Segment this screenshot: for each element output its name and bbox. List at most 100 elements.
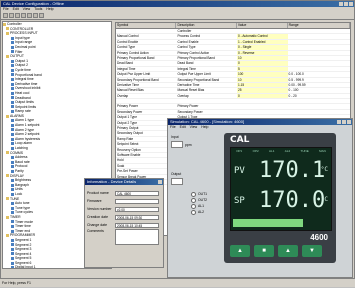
cell-description: Control Enable — [177, 39, 199, 44]
menu-file[interactable]: File — [3, 7, 9, 12]
upload-icon[interactable] — [27, 13, 32, 18]
cell-value[interactable]: 0 — [236, 61, 288, 66]
cell-range — [288, 67, 350, 71]
dialog-label: Change date — [87, 223, 108, 227]
cell-value[interactable]: 10 — [236, 77, 288, 82]
cell-value[interactable]: 0 - Automatic Control — [236, 34, 288, 39]
product-name-field[interactable]: CAL 4600 — [115, 190, 159, 196]
dialog-row: Creation date 2008-06-15 09:30 — [85, 213, 163, 221]
cell-value[interactable]: 0 — [236, 93, 288, 99]
output-bargraph — [233, 219, 303, 227]
parameter-icon — [11, 165, 14, 169]
version-field[interactable]: v2.00 — [115, 206, 159, 212]
toolbar — [1, 12, 354, 20]
radio-out1[interactable] — [191, 191, 196, 197]
cell-value[interactable]: 0 - Reverse — [236, 50, 288, 55]
sp-row: SP 170.0 °C — [231, 188, 331, 222]
new-icon[interactable] — [3, 13, 8, 18]
help-icon[interactable] — [39, 13, 44, 18]
output-slider[interactable] — [171, 178, 183, 185]
cell-description: Secondary Power — [177, 109, 203, 114]
sim-menu-file[interactable]: File — [170, 125, 176, 130]
firmware-field[interactable] — [115, 198, 159, 204]
menu-tools[interactable]: Tools — [34, 7, 42, 12]
sim-maximize-button[interactable] — [342, 120, 346, 124]
download-icon[interactable] — [33, 13, 38, 18]
close-button[interactable] — [349, 2, 353, 6]
parameter-icon — [11, 247, 14, 251]
parameter-icon — [11, 220, 14, 224]
sim-close-button[interactable] — [347, 120, 351, 124]
scroll-button[interactable]: ▲ — [230, 245, 250, 257]
parameter-icon — [11, 192, 14, 196]
cell-value[interactable]: 25 — [236, 88, 288, 93]
creation-date-field[interactable]: 2008-06-15 09:30 — [115, 214, 159, 220]
dialog-title-bar: Information - Device Details — [85, 179, 163, 185]
cell-description: Primary Proportional Band — [177, 55, 215, 60]
cell-value[interactable]: 1.15 — [236, 82, 288, 88]
sim-menu-edit[interactable]: Edit — [180, 125, 186, 130]
cell-symbol: Control Type — [117, 45, 136, 50]
cell-range: 0.0 - 100.0 — [288, 72, 304, 77]
cell-value[interactable] — [237, 110, 288, 114]
cell-description: Primary Power — [177, 104, 199, 109]
open-icon[interactable] — [9, 13, 14, 18]
controller-faceplate: CAL OP1 OP2 AL1 AL2 TUNE MAN PV 170.1 °C… — [224, 133, 336, 263]
change-date-field[interactable]: 2008-06-15 10:45 — [115, 222, 159, 228]
indicator-op2: OP2 — [252, 149, 259, 153]
cell-value[interactable] — [237, 99, 288, 103]
grid-header-value[interactable]: Value — [237, 23, 288, 28]
parameter-icon — [11, 238, 14, 242]
dialog-row: Product name CAL 4600 — [85, 189, 163, 197]
grid-header-range[interactable]: Range — [288, 23, 350, 28]
cell-description: Control Type — [177, 45, 196, 50]
parameter-icon — [11, 206, 14, 210]
parameter-icon — [11, 133, 14, 137]
comments-field[interactable] — [115, 229, 159, 245]
cell-value[interactable]: 1 - Control Enabled — [236, 39, 288, 45]
cell-value[interactable]: 100 — [236, 72, 288, 77]
up-button[interactable]: ▲ — [278, 245, 298, 257]
cell-range — [288, 51, 350, 55]
save-icon[interactable] — [15, 13, 20, 18]
radio-al2[interactable] — [191, 209, 196, 215]
cell-symbol: Output Pwr Upper Limit — [117, 72, 151, 77]
menu-help[interactable]: Help — [46, 7, 53, 12]
cell-value[interactable]: 0 - Single — [236, 45, 288, 50]
parameter-icon — [11, 82, 14, 86]
cell-value[interactable] — [237, 29, 288, 33]
cell-value[interactable]: 5 — [236, 66, 288, 72]
sim-menu-help[interactable]: Help — [201, 125, 208, 130]
parameter-icon — [11, 243, 14, 247]
menu-view[interactable]: View — [23, 7, 31, 12]
menu-edit[interactable]: Edit — [13, 7, 19, 12]
main-title-bar: CAL Device Configuration - Offline — [1, 1, 354, 7]
cell-value[interactable] — [237, 104, 288, 108]
model-number: 4600 — [310, 233, 328, 242]
button-row: ▲ ■ ▲ ▼ — [230, 245, 322, 257]
parameter-icon — [11, 36, 14, 40]
mode-button[interactable]: ■ — [254, 245, 274, 257]
output-label: Output — [171, 172, 182, 176]
dialog-close-button[interactable] — [158, 180, 162, 184]
maximize-button[interactable] — [344, 2, 348, 6]
cell-symbol: Integral Time — [117, 66, 136, 71]
radio-out2[interactable] — [191, 197, 196, 203]
cell-description: Overlap — [177, 93, 189, 98]
folder-icon — [6, 234, 9, 238]
down-button[interactable]: ▼ — [302, 245, 322, 257]
grid-header-description[interactable]: Description — [176, 23, 237, 28]
print-icon[interactable] — [21, 13, 26, 18]
sim-menu-view[interactable]: View — [190, 125, 198, 130]
sp-label: SP — [234, 196, 245, 206]
cell-range: 0.00 - 99.59 — [288, 82, 306, 87]
radio-al1[interactable] — [191, 203, 196, 209]
pv-value: 170.1 — [259, 158, 326, 183]
sim-minimize-button[interactable] — [337, 120, 341, 124]
input-slider[interactable] — [171, 141, 183, 148]
cell-value[interactable]: 10 — [236, 55, 288, 61]
parameter-icon — [11, 100, 14, 104]
grid-header-symbol[interactable]: Symbol — [116, 23, 177, 28]
minimize-button[interactable] — [339, 2, 343, 6]
parameter-icon — [11, 160, 14, 164]
